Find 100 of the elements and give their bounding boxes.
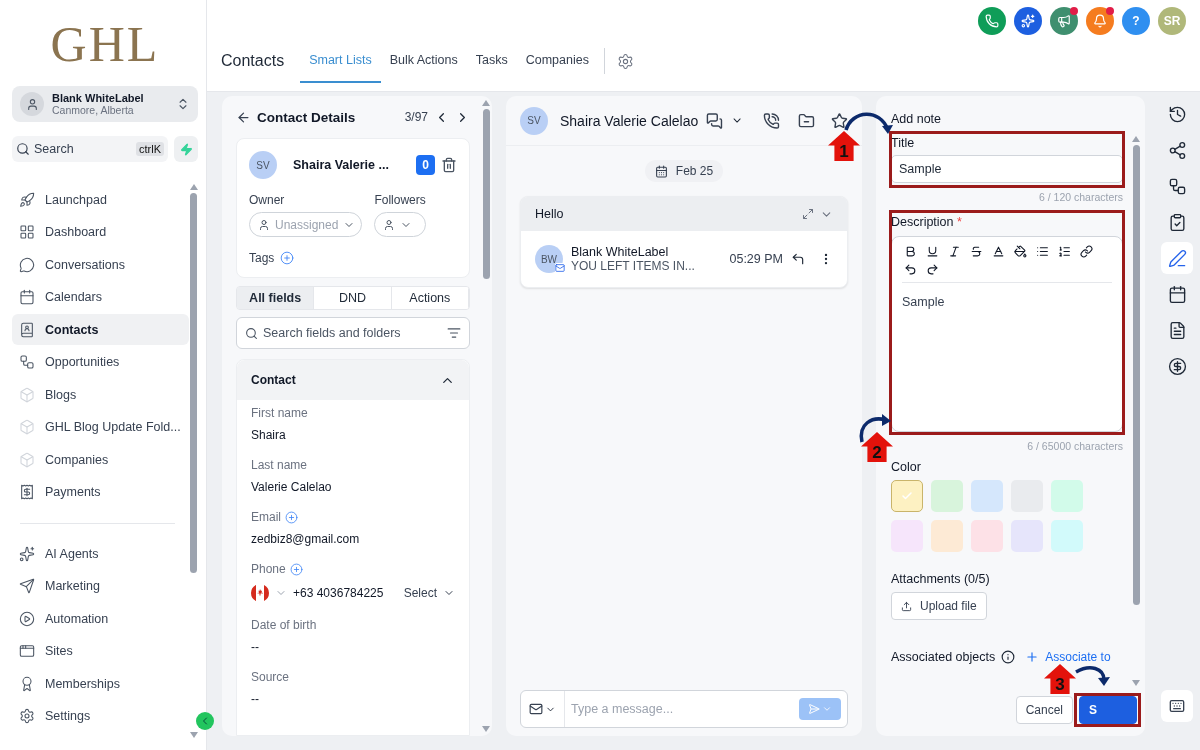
scrollbar[interactable] [189,184,198,738]
sparkle-button[interactable] [1014,7,1042,35]
upload-button[interactable]: Upload file [891,592,987,620]
keyboard-button[interactable] [1161,690,1193,722]
color-swatch[interactable] [1051,480,1083,512]
cube-icon [19,451,35,468]
add-icon[interactable] [289,562,303,576]
grid-icon [19,224,35,240]
nav-item[interactable]: Memberships [12,668,189,699]
count-badge: 0 [416,155,435,175]
trash-icon[interactable] [441,157,457,173]
color-swatch[interactable] [891,480,923,512]
nav-item[interactable]: Settings [12,700,189,732]
save-button[interactable]: S [1079,696,1137,724]
phone-call-icon[interactable] [763,111,781,130]
message-placeholder: Type a message... [571,702,674,716]
contact-avatar: SV [249,151,277,179]
expand-icon[interactable] [802,208,814,220]
paint-bucket-icon[interactable] [1014,245,1027,258]
search-field[interactable]: Search fields and folders [236,317,470,349]
curved-arrow [859,414,891,443]
bullet-list-icon[interactable] [1036,245,1049,258]
color-swatch[interactable] [1051,520,1083,552]
associate-link[interactable]: Associate to [1045,650,1111,664]
nav-item[interactable]: Sites [12,635,189,667]
send-icon [808,703,820,715]
character-counter: 6 / 120 characters [1038,191,1123,203]
browser-window-icon [19,643,35,659]
italic-icon[interactable] [948,245,961,258]
nav-item[interactable]: GHL Blog Update Fold... [12,411,189,443]
nav-item[interactable]: Calendars [12,281,189,313]
nav-item[interactable]: Automation [12,603,189,634]
description-editor[interactable]: Sample [891,236,1123,432]
contact-name: Shaira Valerie Calelao [560,112,699,129]
add-icon[interactable] [280,251,295,265]
settings-icon[interactable] [616,52,634,70]
collapse-button[interactable] [196,712,214,730]
field-label: Description * [891,215,963,229]
underline-icon[interactable] [926,245,939,258]
pipeline-icon [19,354,35,370]
nav-item[interactable]: AI Agents [12,538,189,569]
chat-bubbles-icon[interactable] [706,111,724,130]
folder-icon[interactable] [798,111,816,130]
dollar-circle-icon [1167,356,1187,376]
tab[interactable]: Smart Lists [300,39,381,83]
nav-item[interactable]: Payments [12,476,189,508]
redo-icon[interactable] [926,263,939,276]
color-swatch[interactable] [931,520,963,552]
thread-subject: Hello [535,207,564,221]
phone-button[interactable] [978,7,1006,35]
mail-icon[interactable] [529,702,543,716]
filter-icon[interactable] [447,326,461,340]
field-value: -- [251,692,260,706]
color-swatch[interactable] [971,480,1003,512]
nav-item[interactable]: Marketing [12,570,189,602]
nav-item[interactable]: Conversations [12,249,189,280]
bold-icon[interactable] [904,245,917,258]
panel-title: Contact Details [257,109,356,125]
nav-item[interactable]: Opportunities [12,346,189,378]
clipboard-check-icon [1167,212,1187,232]
star-icon[interactable] [831,111,848,130]
info-icon [1001,650,1016,664]
field-value: Shaira [251,428,287,442]
tab[interactable]: Bulk Actions [380,39,467,83]
calendar-icon [654,164,668,178]
calendar-icon [1167,284,1187,304]
text-color-icon[interactable] [992,245,1005,258]
field-label: Attachments (0/5) [891,572,991,586]
search-field[interactable]: Search ctrlK [12,136,168,162]
field-label: Associated objects [891,650,996,664]
account-switcher[interactable]: Blank WhiteLabel Canmore, Alberta [12,86,198,122]
tab[interactable]: DND [314,287,392,309]
color-swatch[interactable] [931,480,963,512]
tab[interactable]: Tasks [466,39,517,83]
cancel-button[interactable]: Cancel [1015,696,1073,724]
numbered-list-icon[interactable] [1058,245,1071,258]
title-input[interactable]: Sample [891,155,1123,183]
tab[interactable]: Actions [391,287,469,309]
nav-item[interactable]: Contacts [12,314,189,345]
nav-item[interactable]: Launchpad [12,184,189,215]
nav-item[interactable]: Companies [12,444,189,475]
user-icon [258,218,270,231]
upload-icon [901,600,912,612]
strikethrough-icon[interactable] [970,245,983,258]
reply-icon[interactable] [791,252,805,266]
chat-icon [19,256,35,273]
nav-item[interactable]: Blogs [12,379,189,410]
add-icon[interactable] [285,510,298,524]
field-value: Valerie Calelao [251,480,333,494]
nav-item[interactable]: Dashboard [12,216,189,248]
tab[interactable]: Companies [516,39,598,83]
tab[interactable]: All fields [237,287,315,309]
section-header[interactable]: Contact [237,360,469,400]
megaphone-button[interactable] [1050,7,1078,35]
award-icon [19,675,35,692]
bell-button[interactable] [1086,7,1114,35]
panel-title: Add note [891,112,943,126]
phone-type-dropdown[interactable]: Select [403,586,437,600]
undo-icon[interactable] [904,263,917,276]
link-icon[interactable] [1080,245,1093,258]
